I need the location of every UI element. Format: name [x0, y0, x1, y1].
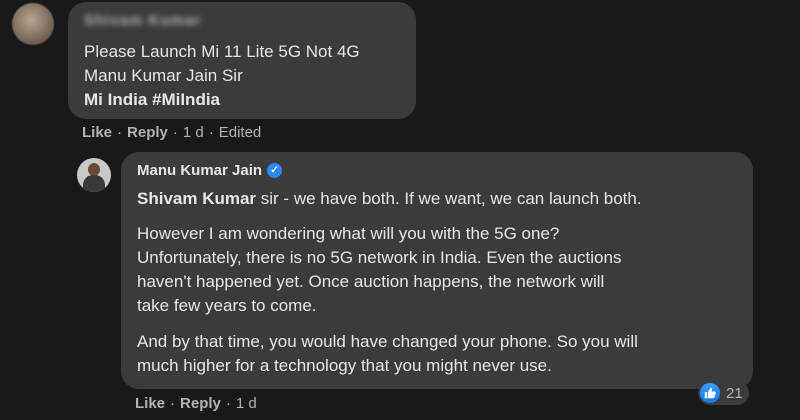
thumbs-up-icon — [700, 383, 720, 403]
commenter-name[interactable]: Shivam Kumar — [84, 12, 201, 29]
reply-line: Shivam Kumar sir - we have both. If we w… — [137, 189, 642, 208]
comment-actions: Like · Reply · 1 d · Edited — [82, 124, 261, 141]
reply-line: However I am wondering what will you wit… — [137, 224, 560, 243]
reaction-summary[interactable]: 21 — [698, 381, 749, 405]
reply-line: And by that time, you would have changed… — [137, 332, 638, 351]
edited-label[interactable]: Edited — [219, 124, 262, 141]
separator-dot: · — [225, 395, 231, 412]
like-button[interactable]: Like — [82, 124, 112, 141]
reply-line: haven't happened yet. Once auction happe… — [137, 272, 605, 291]
replier-avatar[interactable] — [77, 158, 111, 192]
commenter-avatar[interactable] — [12, 3, 54, 45]
like-button[interactable]: Like — [135, 395, 165, 412]
comment-line: Manu Kumar Jain Sir — [84, 66, 243, 85]
reply-button[interactable]: Reply — [127, 124, 168, 141]
timestamp[interactable]: 1 d — [236, 395, 257, 412]
timestamp[interactable]: 1 d — [183, 124, 204, 141]
comment-bubble: Shivam Kumar Please Launch Mi 11 Lite 5G… — [68, 2, 416, 119]
reply-line: take few years to come. — [137, 296, 317, 315]
reaction-count: 21 — [726, 384, 743, 402]
reply-line: Unfortunately, there is no 5G network in… — [137, 248, 622, 267]
comment-line: Please Launch Mi 11 Lite 5G Not 4G — [84, 42, 360, 61]
reply-actions: Like · Reply · 1 d — [135, 395, 257, 412]
verified-badge-icon: ✓ — [267, 163, 283, 178]
separator-dot: · — [172, 124, 178, 141]
reply-bubble: Manu Kumar Jain ✓ Shivam Kumar sir - we … — [121, 152, 753, 389]
separator-dot: · — [170, 395, 176, 412]
reply-button[interactable]: Reply — [180, 395, 221, 412]
reply-author-name[interactable]: Manu Kumar Jain — [137, 162, 262, 179]
comment-tag-line[interactable]: Mi India #MiIndia — [84, 90, 220, 110]
mention-link[interactable]: Shivam Kumar — [137, 189, 256, 208]
reply-line: much higher for a technology that you mi… — [137, 356, 552, 375]
separator-dot: · — [117, 124, 123, 141]
separator-dot: · — [208, 124, 214, 141]
reply-author-row: Manu Kumar Jain ✓ — [137, 162, 283, 179]
